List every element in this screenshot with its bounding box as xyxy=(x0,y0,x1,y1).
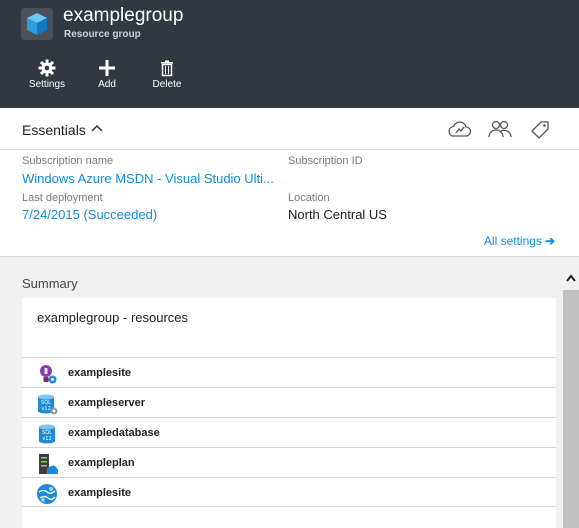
delete-label: Delete xyxy=(152,79,182,90)
location-label: Location xyxy=(288,192,330,204)
summary-label: Summary xyxy=(22,276,78,291)
resource-row[interactable]: exampleplan xyxy=(22,447,556,477)
subscription-id-label: Subscription ID xyxy=(288,155,363,167)
essentials-title: Essentials xyxy=(22,122,86,138)
resources-tile-title: examplegroup - resources xyxy=(37,310,189,325)
last-deployment-link[interactable]: 7/24/2015 (Succeeded) xyxy=(22,207,157,222)
delete-button[interactable]: Delete xyxy=(140,58,194,90)
resource-row[interactable]: examplesite xyxy=(22,357,556,387)
add-label: Add xyxy=(98,79,116,90)
subscription-name-link[interactable]: Windows Azure MSDN - Visual Studio Ulti.… xyxy=(22,171,277,186)
subscription-name-label: Subscription name xyxy=(22,155,114,167)
page-subtitle: Resource group xyxy=(64,29,141,40)
resource-group-cube-icon xyxy=(21,8,53,40)
scrollbar-thumb[interactable] xyxy=(563,290,579,528)
resource-list-divider xyxy=(22,506,556,507)
resource-row[interactable]: SQL v12 exampledatabase xyxy=(22,417,556,447)
scroll-up-arrow-icon[interactable] xyxy=(563,270,579,288)
cloud-deploy-icon[interactable] xyxy=(446,118,472,140)
blade-header: examplegroup Resource group Settings Add xyxy=(0,0,579,108)
all-settings-label: All settings xyxy=(483,234,542,248)
resource-row[interactable]: SQL v12 exampleserver xyxy=(22,387,556,417)
svg-text:v12: v12 xyxy=(41,406,50,412)
sql-database-icon: SQL v12 xyxy=(39,424,55,444)
chevron-up-icon[interactable] xyxy=(90,122,104,134)
resource-name: exampledatabase xyxy=(68,427,160,439)
resource-name: exampleplan xyxy=(68,457,135,469)
svg-text:v12: v12 xyxy=(42,436,51,442)
settings-label: Settings xyxy=(28,79,66,90)
location-value: North Central US xyxy=(288,207,387,222)
essentials-divider xyxy=(0,149,579,150)
app-service-plan-icon xyxy=(39,454,58,475)
add-button[interactable]: Add xyxy=(80,58,134,90)
users-icon[interactable] xyxy=(487,118,513,140)
sql-server-icon: SQL v12 xyxy=(38,394,58,415)
resource-name: exampleserver xyxy=(68,397,146,409)
resource-row[interactable]: examplesite xyxy=(22,477,556,507)
page-title: examplegroup xyxy=(63,5,184,26)
web-app-icon xyxy=(37,484,57,504)
resource-name: examplesite xyxy=(68,487,131,499)
arrow-right-icon: ➔ xyxy=(544,234,555,248)
resource-name: examplesite xyxy=(68,367,131,379)
plus-icon xyxy=(99,60,115,76)
resources-tile[interactable]: examplegroup - resources examplesite SQL… xyxy=(22,298,556,528)
all-settings-link[interactable]: All settings ➔ xyxy=(484,234,555,248)
app-insights-icon xyxy=(40,365,57,384)
gear-icon xyxy=(38,59,56,77)
settings-button[interactable]: Settings xyxy=(20,58,74,90)
trash-icon xyxy=(161,60,173,77)
last-deployment-label: Last deployment xyxy=(22,192,103,204)
tag-icon[interactable] xyxy=(527,118,553,140)
essentials-panel: Essentials Subscription name Windows Azu… xyxy=(0,108,579,257)
